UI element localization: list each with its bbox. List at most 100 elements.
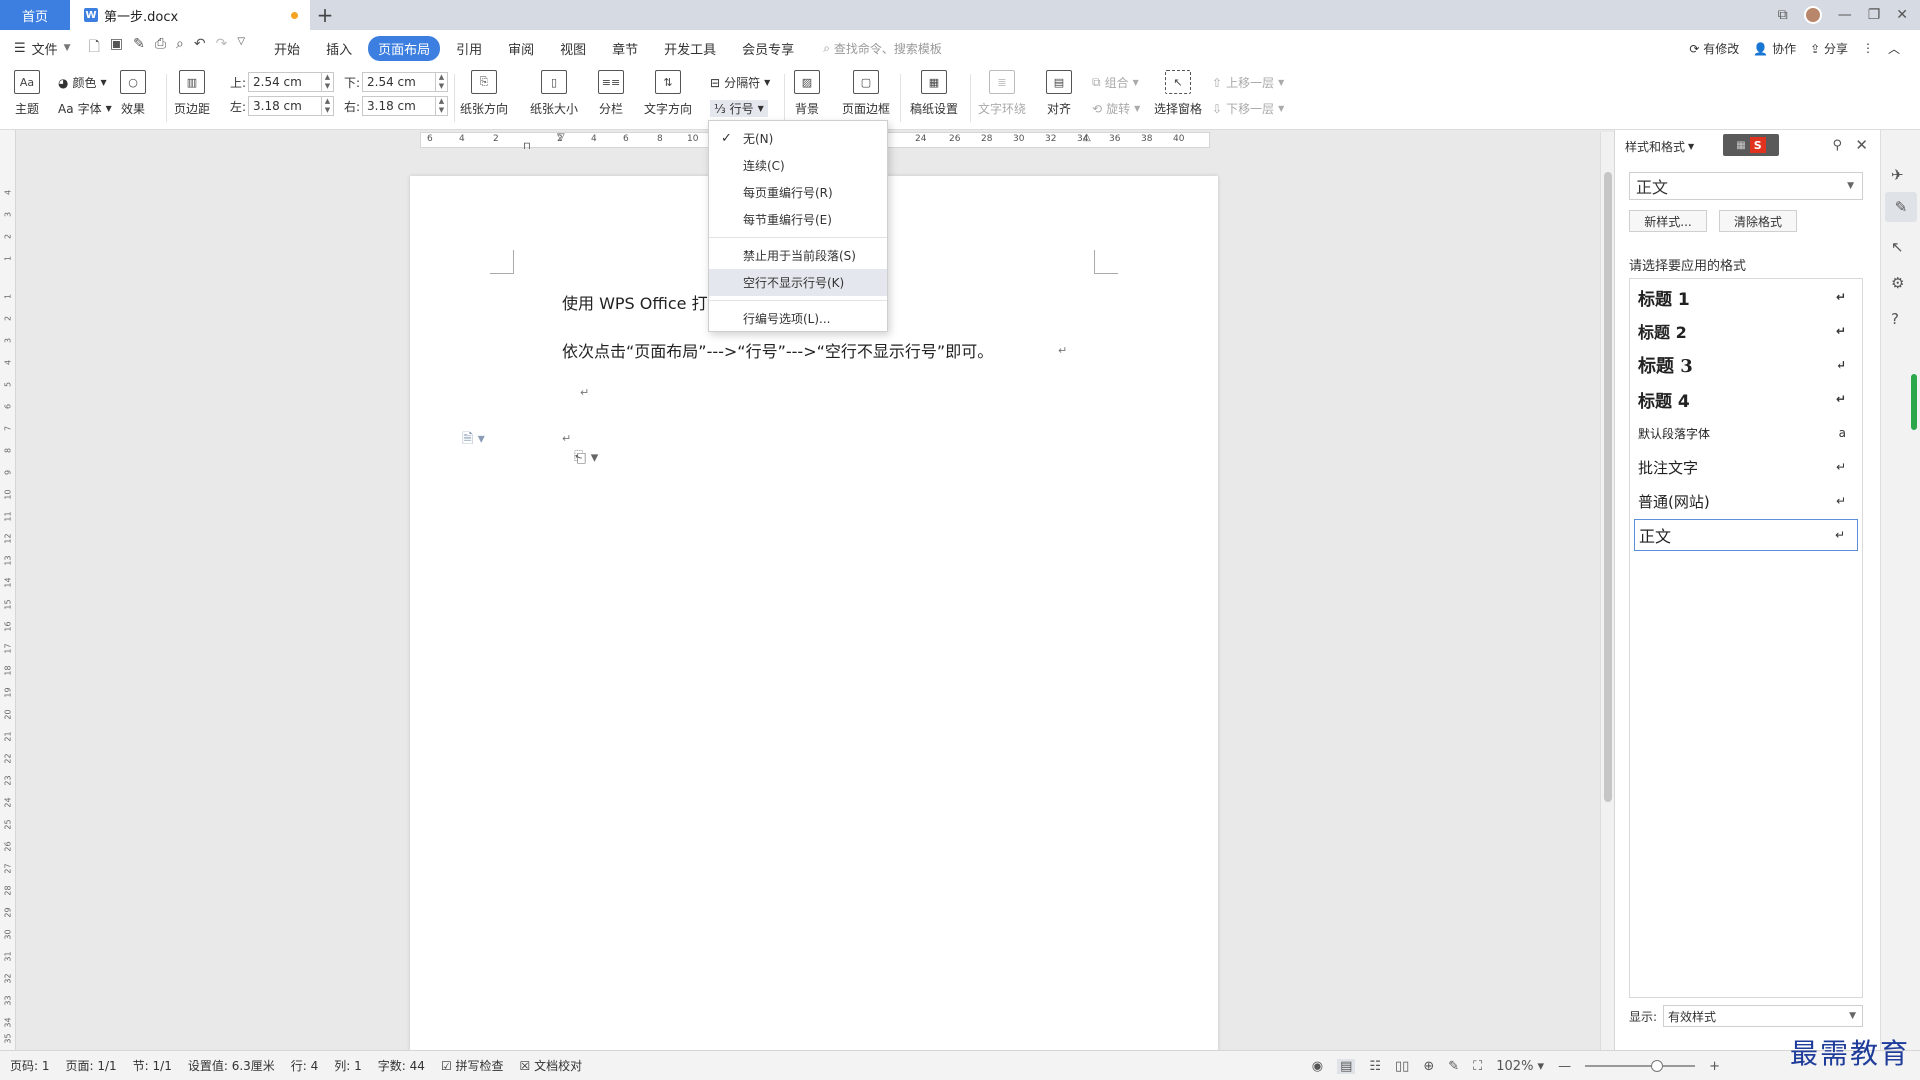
margin-left-input[interactable] bbox=[248, 96, 322, 116]
styles-panel-title[interactable]: 样式和格式 ▼ bbox=[1625, 138, 1694, 155]
style-default-paragraph-font[interactable]: 默认段落字体 a bbox=[1634, 417, 1858, 449]
wrap-text-button[interactable]: ≣ 文字环绕 bbox=[978, 70, 1026, 117]
rotate-button[interactable]: ⟲ 旋转 ▼ bbox=[1092, 100, 1140, 117]
orientation-button[interactable]: ⎘ 纸张方向 bbox=[460, 70, 508, 117]
zoom-slider-knob[interactable] bbox=[1651, 1060, 1664, 1072]
collapse-ribbon-icon[interactable]: ︿ bbox=[1888, 40, 1900, 57]
side-scroll-indicator[interactable] bbox=[1911, 374, 1917, 430]
menu-developer[interactable]: 开发工具 bbox=[654, 36, 726, 61]
scrollbar-thumb[interactable] bbox=[1604, 172, 1612, 802]
columns-button[interactable]: ≡≡ 分栏 bbox=[598, 70, 624, 117]
vertical-scrollbar[interactable] bbox=[1600, 132, 1614, 1050]
effect-button[interactable]: ○ 效果 bbox=[120, 70, 146, 117]
theme-button[interactable]: Aa 主题 bbox=[14, 70, 40, 117]
style-heading-1[interactable]: 标题 1 ↵ bbox=[1634, 281, 1858, 313]
styles-filter-select[interactable]: 有效样式 ▼ bbox=[1663, 1005, 1864, 1027]
pen-icon[interactable]: ✎ bbox=[1885, 192, 1917, 222]
style-normal-web[interactable]: 普通(网站) ↵ bbox=[1634, 485, 1858, 517]
paper-size-button[interactable]: ▯ 纸张大小 bbox=[530, 70, 578, 117]
minimize-icon[interactable]: — bbox=[1838, 7, 1852, 23]
line-numbers-button[interactable]: ⅓ 行号 ▼ bbox=[710, 100, 768, 117]
menu-chapter[interactable]: 章节 bbox=[602, 36, 648, 61]
menu-member[interactable]: 会员专享 bbox=[732, 36, 804, 61]
save-icon[interactable]: ▣ bbox=[110, 36, 123, 60]
margin-top-spinner[interactable]: ▲ ▼ bbox=[322, 72, 334, 92]
line-numbers-none[interactable]: ✓ 无(N) bbox=[709, 125, 887, 152]
reading-view-icon[interactable]: ▯▯ bbox=[1395, 1059, 1409, 1074]
modified-button[interactable]: ⟳ 有修改 bbox=[1689, 40, 1739, 57]
paragraph-handle-icon[interactable]: 🗎 ▾ bbox=[462, 428, 485, 452]
margins-button[interactable]: ▥ 页边距 bbox=[174, 70, 210, 117]
menu-page-layout[interactable]: 页面布局 bbox=[368, 35, 441, 61]
font-button[interactable]: Aa 字体 ▼ bbox=[58, 100, 112, 117]
menu-home[interactable]: 开始 bbox=[264, 36, 310, 61]
spell-check-toggle[interactable]: ☑ 拼写检查 bbox=[441, 1057, 504, 1074]
home-tab[interactable]: 首页 bbox=[0, 0, 70, 30]
close-window-icon[interactable]: ✕ bbox=[1896, 7, 1908, 23]
clear-format-button[interactable]: 清除格式 bbox=[1719, 210, 1797, 232]
margin-top-input[interactable] bbox=[248, 72, 322, 92]
restore-icon[interactable]: ❐ bbox=[1868, 7, 1881, 23]
style-heading-4[interactable]: 标题 4 ↵ bbox=[1634, 383, 1858, 415]
help-icon[interactable]: ? bbox=[1891, 310, 1899, 328]
text-direction-button[interactable]: ⇅ 文字方向 bbox=[644, 70, 692, 117]
color-button[interactable]: ◕ 颜色 ▼ bbox=[58, 74, 107, 91]
file-menu[interactable]: ☰ 文件 ▼ bbox=[14, 39, 71, 58]
undo-icon[interactable]: ↶ bbox=[194, 36, 206, 60]
new-style-button[interactable]: 新样式... bbox=[1629, 210, 1707, 232]
menu-review[interactable]: 审阅 bbox=[498, 36, 544, 61]
window-count-icon[interactable]: ⧉ bbox=[1778, 7, 1788, 23]
rocket-icon[interactable]: ✈ bbox=[1891, 166, 1904, 184]
write-view-icon[interactable]: ✎ bbox=[1448, 1059, 1459, 1074]
print-preview-icon[interactable]: ⌕ bbox=[176, 36, 184, 60]
web-view-icon[interactable]: ⊕ bbox=[1423, 1059, 1434, 1074]
menu-view[interactable]: 视图 bbox=[550, 36, 596, 61]
ime-toolbar[interactable]: ▦ S bbox=[1723, 134, 1779, 156]
outline-view-icon[interactable]: ☷ bbox=[1369, 1059, 1381, 1074]
doc-proof-button[interactable]: ☒ 文档校对 bbox=[520, 1057, 583, 1074]
line-numbers-restart-page[interactable]: 每页重编行号(R) bbox=[709, 179, 887, 206]
first-line-indent-icon[interactable]: ▽ bbox=[557, 132, 565, 143]
line-numbers-continuous[interactable]: 连续(C) bbox=[709, 152, 887, 179]
bring-forward-button[interactable]: ⇧ 上移一层 ▼ bbox=[1212, 74, 1284, 91]
status-word-count[interactable]: 字数: 44 bbox=[378, 1057, 425, 1074]
menu-insert[interactable]: 插入 bbox=[316, 36, 362, 61]
indent-marker-icon[interactable]: ⊓ bbox=[523, 141, 531, 152]
style-body-text[interactable]: 正文 ↵ bbox=[1634, 519, 1858, 551]
line-numbers-suppress[interactable]: 禁止用于当前段落(S) bbox=[709, 242, 887, 269]
avatar[interactable] bbox=[1803, 6, 1822, 24]
fit-page-icon[interactable]: ⛶ bbox=[1473, 1059, 1482, 1074]
format-painter-icon[interactable]: ✎ bbox=[133, 36, 145, 60]
background-button[interactable]: ▨ 背景 bbox=[794, 70, 820, 117]
breaks-button[interactable]: ⊟ 分隔符 ▼ bbox=[710, 74, 770, 91]
margin-right-spinner[interactable]: ▲ ▼ bbox=[436, 96, 448, 116]
settings-sliders-icon[interactable]: ⚙ bbox=[1891, 274, 1904, 292]
pin-icon[interactable]: ⚲ bbox=[1832, 138, 1842, 153]
menu-references[interactable]: 引用 bbox=[446, 36, 492, 61]
page-border-button[interactable]: ▢ 页面边框 bbox=[842, 70, 890, 117]
style-heading-2[interactable]: 标题 2 ↵ bbox=[1634, 315, 1858, 347]
print-icon[interactable]: ⎙ bbox=[155, 36, 166, 60]
line-numbers-skip-blank[interactable]: 空行不显示行号(K) bbox=[709, 269, 887, 296]
zoom-level[interactable]: 102% ▾ bbox=[1496, 1059, 1544, 1074]
margin-bottom-input[interactable] bbox=[362, 72, 436, 92]
close-icon[interactable]: ✕ bbox=[1855, 136, 1868, 154]
eye-icon[interactable]: ◉ bbox=[1312, 1059, 1323, 1074]
customize-icon[interactable]: ▽ bbox=[237, 36, 245, 60]
zoom-out-icon[interactable]: — bbox=[1558, 1059, 1571, 1074]
zoom-in-icon[interactable]: + bbox=[1709, 1059, 1720, 1074]
new-tab-button[interactable]: + bbox=[310, 0, 340, 30]
selection-pane-button[interactable]: ↖ 选择窗格 bbox=[1154, 70, 1202, 117]
status-page-number[interactable]: 页码: 1 bbox=[10, 1057, 50, 1074]
zoom-slider[interactable] bbox=[1585, 1060, 1696, 1072]
share-button[interactable]: ⇪ 分享 bbox=[1810, 40, 1848, 57]
redo-icon[interactable]: ↷ bbox=[216, 36, 228, 60]
more-icon[interactable]: ⋮ bbox=[1862, 41, 1874, 55]
line-numbers-options[interactable]: 行编号选项(L)... bbox=[709, 305, 887, 332]
draft-settings-button[interactable]: ▦ 稿纸设置 bbox=[910, 70, 958, 117]
document-tab[interactable]: W 第一步.docx bbox=[70, 0, 310, 30]
margin-left-spinner[interactable]: ▲ ▼ bbox=[322, 96, 334, 116]
cursor-icon[interactable]: ↖ bbox=[1891, 238, 1904, 256]
line-numbers-restart-section[interactable]: 每节重编行号(E) bbox=[709, 206, 887, 233]
paste-options-icon[interactable]: ⎗ ▾ bbox=[574, 448, 598, 466]
